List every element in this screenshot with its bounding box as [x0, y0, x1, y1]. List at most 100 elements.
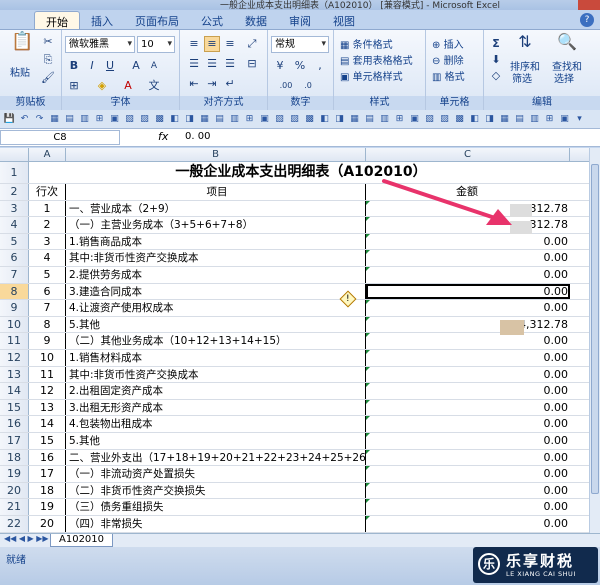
amount-cell[interactable]: 0.00 — [366, 483, 570, 499]
row-header[interactable]: 17 — [0, 433, 29, 449]
row-header[interactable]: 11 — [0, 333, 29, 349]
line-number-cell[interactable]: 10 — [29, 350, 66, 366]
toolbar-icon-v[interactable]: ▥ — [378, 113, 391, 126]
align-top-icon[interactable]: ≡ — [186, 36, 202, 52]
row-header[interactable]: 20 — [0, 482, 29, 499]
undo-icon[interactable]: ↶ — [18, 113, 31, 126]
toolbar-icon-i[interactable]: ◨ — [183, 113, 196, 126]
toolbar-icon-u[interactable]: ▤ — [363, 113, 376, 126]
toolbar-icon-b[interactable]: ▥ — [78, 113, 91, 126]
font-color-icon[interactable]: A — [120, 78, 136, 94]
save-icon[interactable]: 💾 — [3, 113, 16, 126]
toolbar-icon-p[interactable]: ▨ — [288, 113, 301, 126]
line-number-cell[interactable]: 2 — [29, 217, 66, 233]
fill-icon[interactable]: ⬇ — [488, 52, 504, 68]
find-select-icon[interactable]: 🔍 — [556, 34, 578, 56]
line-number-cell[interactable]: 19 — [29, 499, 66, 515]
toolbar-more-icon[interactable]: ▾ — [573, 113, 586, 126]
copy-icon[interactable]: ⎘ — [40, 52, 56, 68]
line-number-cell[interactable]: 16 — [29, 449, 66, 466]
toolbar-icon-m[interactable]: ⊞ — [243, 113, 256, 126]
item-cell[interactable]: 其中:非货币性资产交换成本 — [66, 250, 366, 266]
item-cell[interactable]: 5.其他 — [66, 316, 366, 333]
cell-styles-button[interactable]: ▣ 单元格样式 — [340, 68, 403, 83]
line-number-cell[interactable]: 9 — [29, 333, 66, 349]
formula-input[interactable]: 0. 00 — [185, 131, 210, 142]
minimize-button[interactable] — [534, 0, 556, 10]
underline-icon[interactable]: U — [102, 58, 118, 74]
line-number-cell[interactable]: 17 — [29, 466, 66, 482]
amount-cell[interactable]: 0.00 — [366, 333, 570, 349]
align-left-icon[interactable]: ☰ — [186, 56, 202, 72]
sort-filter-icon[interactable]: ⇅ — [514, 34, 536, 56]
currency-icon[interactable]: ¥ — [272, 58, 288, 74]
amount-cell[interactable]: 0.00 — [366, 250, 570, 266]
item-cell[interactable]: 4.包装物出租成本 — [66, 416, 366, 432]
row-header[interactable]: 2 — [0, 184, 29, 200]
item-cell[interactable]: 其中:非货币性资产交换成本 — [66, 366, 366, 383]
tab-view[interactable]: 视图 — [322, 11, 366, 29]
cut-icon[interactable]: ✂ — [40, 34, 56, 50]
toolbar-icon-t[interactable]: ▦ — [348, 113, 361, 126]
toolbar-icon-c[interactable]: ⊞ — [93, 113, 106, 126]
toolbar-icon-o[interactable]: ▧ — [273, 113, 286, 126]
amount-cell[interactable]: 0.00 — [366, 234, 570, 250]
toolbar-icon-ag[interactable]: ⊞ — [543, 113, 556, 126]
clear-icon[interactable]: ◇ — [488, 68, 504, 84]
toolbar-icon-ad[interactable]: ▦ — [498, 113, 511, 126]
line-number-cell[interactable]: 13 — [29, 399, 66, 416]
row-header[interactable]: 8 — [0, 283, 29, 300]
toolbar-icon-x[interactable]: ▣ — [408, 113, 421, 126]
item-cell[interactable]: 2.出租固定资产成本 — [66, 383, 366, 399]
line-number-cell[interactable]: 8 — [29, 316, 66, 333]
item-cell[interactable]: 1.销售商品成本 — [66, 233, 366, 250]
scroll-thumb[interactable] — [591, 164, 599, 494]
item-cell[interactable]: （二）非货币性资产交换损失 — [66, 482, 366, 499]
toolbar-icon-af[interactable]: ▥ — [528, 113, 541, 126]
merge-icon[interactable]: ⊟ — [244, 56, 260, 72]
amount-cell[interactable]: 0.00 — [366, 433, 570, 449]
amount-cell[interactable]: 0.00 — [366, 350, 570, 366]
amount-cell[interactable]: 0.00 — [366, 466, 570, 482]
amount-cell[interactable]: 312.78 — [366, 217, 570, 233]
row-header[interactable]: 15 — [0, 399, 29, 416]
toolbar-icon-ae[interactable]: ▤ — [513, 113, 526, 126]
increase-indent-icon[interactable]: ⇥ — [204, 76, 220, 92]
autosum-icon[interactable]: Σ — [488, 36, 504, 52]
amount-cell[interactable]: 0.00 — [366, 383, 570, 399]
sheet-nav-arrows-icon[interactable]: ◀◀ ◀ ▶ ▶▶ — [4, 534, 49, 543]
amount-cell[interactable]: 0.00 — [366, 400, 570, 416]
line-number-cell[interactable]: 4 — [29, 250, 66, 266]
row-header[interactable]: 12 — [0, 350, 29, 366]
decrease-decimal-icon[interactable]: .0 — [300, 78, 316, 94]
column-header-b[interactable]: B — [66, 148, 366, 162]
row-header[interactable]: 1 — [0, 162, 29, 183]
item-cell[interactable]: 一、营业成本（2+9） — [66, 200, 366, 217]
line-number-cell[interactable]: 20 — [29, 516, 66, 532]
row-header[interactable]: 19 — [0, 466, 29, 482]
decrease-indent-icon[interactable]: ⇤ — [186, 76, 202, 92]
line-number-cell[interactable]: 18 — [29, 482, 66, 499]
item-cell[interactable]: 二、营业外支出（17+18+19+20+21+22+23+24+25+26） — [66, 449, 366, 466]
toolbar-icon-aa[interactable]: ▩ — [453, 113, 466, 126]
paste-icon[interactable]: 📋 — [10, 33, 34, 60]
find-select-label-2[interactable]: 选择 — [554, 70, 574, 85]
format-painter-icon[interactable]: 🖌 — [40, 70, 56, 86]
font-size-combo[interactable]: 10 — [137, 36, 175, 53]
line-number-cell[interactable]: 7 — [29, 300, 66, 316]
bold-icon[interactable]: B — [66, 58, 82, 74]
tab-formulas[interactable]: 公式 — [190, 11, 234, 29]
delete-cells-button[interactable]: ⊖ 删除 — [432, 52, 464, 67]
toolbar-grid-icon[interactable]: ▦ — [48, 113, 61, 126]
toolbar-icon-f[interactable]: ▨ — [138, 113, 151, 126]
item-cell[interactable]: 3.建造合同成本 — [66, 283, 366, 300]
border-icon[interactable]: ⊞ — [66, 78, 82, 94]
toolbar-icon-h[interactable]: ◧ — [168, 113, 181, 126]
toolbar-icon-l[interactable]: ▥ — [228, 113, 241, 126]
item-cell[interactable]: （一）非流动资产处置损失 — [66, 466, 366, 482]
toolbar-icon-a[interactable]: ▤ — [63, 113, 76, 126]
header-cell-amount[interactable]: 金额 — [366, 184, 570, 200]
amount-cell[interactable]: 0.00 — [366, 367, 570, 383]
header-cell-line[interactable]: 行次 — [29, 184, 66, 200]
toolbar-icon-ac[interactable]: ◨ — [483, 113, 496, 126]
